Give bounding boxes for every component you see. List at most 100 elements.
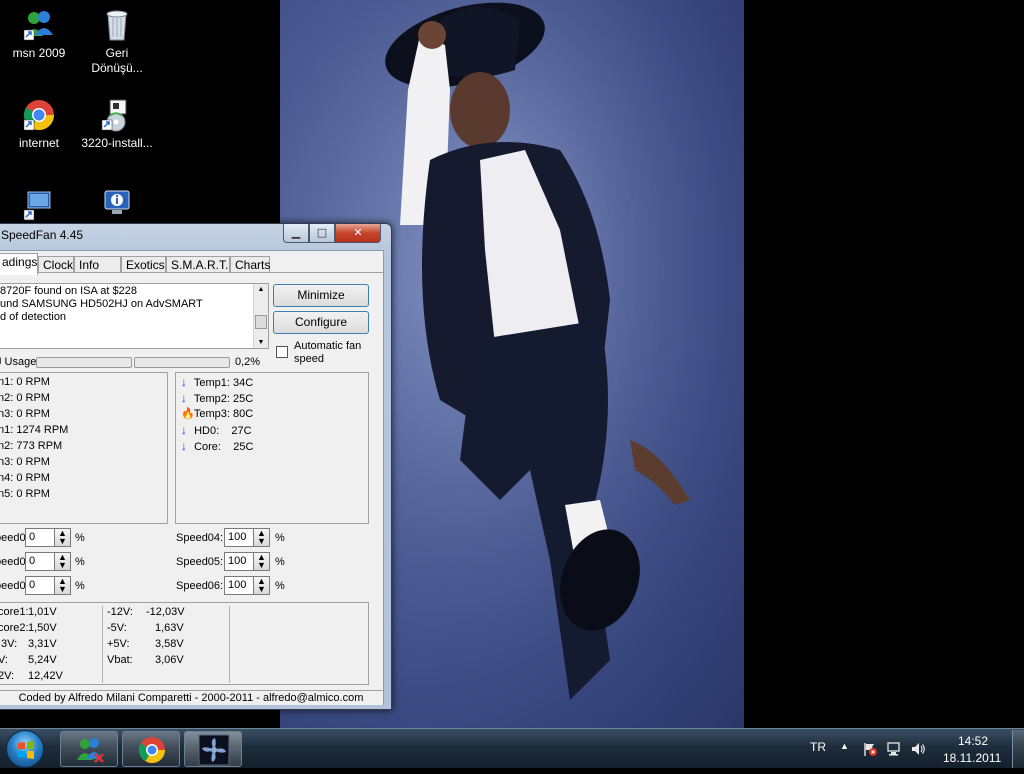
speed02-spinner[interactable]: ▲ ▼	[54, 552, 71, 571]
arrow-down-icon: ↓	[181, 375, 187, 389]
log-line: und SAMSUNG HD502HJ on AdvSMART	[0, 298, 203, 310]
installer-icon	[100, 98, 134, 132]
voltage-label: V:	[0, 654, 8, 666]
voltage-label: +5V:	[107, 638, 130, 650]
taskbar-msn-button[interactable]	[60, 731, 118, 767]
speed05-spinner[interactable]: ▲ ▼	[253, 552, 270, 571]
language-indicator[interactable]: TR	[810, 740, 826, 754]
msn-messenger-icon	[77, 738, 104, 763]
speed04-input[interactable]: 100	[224, 528, 254, 547]
temperature-reading: ↓ Temp2: 25C	[181, 390, 253, 406]
speed06-input[interactable]: 100	[224, 576, 254, 595]
window-minimize-button[interactable]: ▁	[283, 224, 309, 243]
speed01-spinner[interactable]: ▲ ▼	[54, 528, 71, 547]
tab-label: adings	[2, 255, 38, 269]
computer-info-icon	[100, 188, 134, 222]
desktop-icon-installer[interactable]: 3220-install...	[79, 98, 155, 151]
voltage-value: 1,63V	[155, 622, 184, 634]
log-scrollbar[interactable]: ▲ ▼	[253, 284, 268, 348]
auto-fan-speed-checkbox[interactable]	[276, 346, 288, 358]
log-line: 8720F found on ISA at $228	[0, 285, 138, 297]
log-line: d of detection	[0, 311, 67, 323]
window-maximize-button[interactable]: □	[309, 224, 335, 243]
tab-label: Info	[79, 258, 100, 272]
voltage-label: 2V:	[0, 670, 15, 682]
configure-button[interactable]: Configure	[273, 311, 369, 334]
temp-label: HD0:	[194, 425, 220, 437]
auto-fan-speed-label: Automatic fan speed	[294, 340, 362, 365]
cpu-usage-label: J Usage	[0, 356, 37, 368]
speed01-input[interactable]: 0	[25, 528, 55, 547]
network-tray-icon[interactable]	[886, 741, 902, 757]
speed-unit: %	[275, 532, 285, 544]
taskbar-chrome-button[interactable]	[122, 731, 180, 767]
fan-reading: n2: 773 RPM	[0, 440, 63, 452]
desktop: msn 2009 Geri Dönüşü... internet 3220-in…	[0, 0, 1024, 728]
cpu-usage-bar-1	[36, 357, 132, 368]
fan-reading: n3: 0 RPM	[0, 408, 50, 420]
chrome-icon	[138, 737, 166, 764]
fan-reading: n1: 1274 RPM	[0, 424, 69, 436]
temperature-reading: ↓ Temp1: 34C	[181, 374, 253, 390]
start-button[interactable]	[6, 730, 44, 768]
voltage-label: -5V:	[107, 622, 127, 634]
tab-readings[interactable]: adings	[0, 253, 38, 275]
speed-label: Speed06:	[176, 580, 224, 592]
desktop-icon-label: 3220-install...	[81, 136, 153, 150]
voltage-readings-box: core1: 1,01V core2: 1,50V .3V: 3,31V V: …	[0, 602, 369, 685]
temp-label: Temp2:	[193, 393, 230, 405]
temp-label: Core:	[194, 441, 221, 453]
temp-value: 25C	[233, 393, 254, 405]
scroll-down-arrow-icon[interactable]: ▼	[255, 339, 267, 346]
fan-reading: n3: 0 RPM	[0, 456, 50, 468]
speed03-input[interactable]: 0	[25, 576, 55, 595]
temperature-reading: 🔥 Temp3: 80C	[181, 406, 253, 422]
speed04-spinner[interactable]: ▲ ▼	[253, 528, 270, 547]
desktop-icon-msn[interactable]: msn 2009	[1, 8, 77, 61]
voltage-label: core2:	[0, 622, 29, 634]
fan-reading: n5: 0 RPM	[0, 488, 50, 500]
speed03-spinner[interactable]: ▲ ▼	[54, 576, 71, 595]
scroll-up-arrow-icon[interactable]: ▲	[255, 286, 267, 293]
show-desktop-button[interactable]	[1012, 730, 1024, 768]
desktop-icon-recycle-bin[interactable]: Geri Dönüşü...	[79, 8, 155, 76]
temperature-readings-box: ↓ Temp1: 34C ↓ Temp2: 25C 🔥 Temp3: 80C ↓…	[175, 372, 369, 524]
speed02-input[interactable]: 0	[25, 552, 55, 571]
speed-unit: %	[275, 580, 285, 592]
voltage-label: core1:	[0, 606, 29, 618]
tab-bar: adings Clock Info Exotics S.M.A.R.T. Cha…	[0, 253, 383, 275]
desktop-icon-internet[interactable]: internet	[1, 98, 77, 151]
temp-label: Temp1:	[193, 377, 230, 389]
detection-log[interactable]: 8720F found on ISA at $228 und SAMSUNG H…	[0, 283, 269, 349]
scroll-thumb[interactable]	[255, 315, 267, 329]
speed06-spinner[interactable]: ▲ ▼	[253, 576, 270, 595]
speedfan-window[interactable]: SpeedFan 4.45 ▁ □ ✕ adings Clock Info Ex…	[0, 223, 392, 710]
voltage-label: Vbat:	[107, 654, 133, 666]
arrow-down-icon: ↓	[181, 423, 187, 437]
speed-label: Speed04:	[176, 532, 224, 544]
temp-value: 25C	[233, 441, 254, 453]
window-close-button[interactable]: ✕	[335, 224, 381, 243]
speed05-input[interactable]: 100	[224, 552, 254, 571]
fan-readings-box: n1: 0 RPM n2: 0 RPM n3: 0 RPM n1: 1274 R…	[0, 372, 168, 524]
fan-reading: n2: 0 RPM	[0, 392, 50, 404]
temp-value: 27C	[231, 425, 252, 437]
desktop-icon-network[interactable]	[1, 188, 77, 226]
show-hidden-icons-icon[interactable]: ▲	[840, 741, 849, 751]
cpu-usage-bar-2	[134, 357, 230, 368]
minimize-button[interactable]: Minimize	[273, 284, 369, 307]
volume-icon[interactable]	[910, 741, 926, 757]
status-footer: Coded by Alfredo Milani Comparetti - 200…	[0, 690, 383, 705]
clock-date[interactable]: 18.11.2011	[943, 751, 1001, 765]
tab-label: Exotics	[126, 258, 165, 272]
desktop-icon-computer[interactable]	[79, 188, 155, 226]
voltage-value: 12,42V	[28, 670, 63, 682]
msn-messenger-icon	[22, 8, 56, 42]
taskbar-speedfan-button[interactable]	[184, 731, 242, 767]
voltage-label: .3V:	[0, 638, 18, 650]
voltage-value: 1,50V	[28, 622, 57, 634]
readings-panel: 8720F found on ISA at $228 und SAMSUNG H…	[0, 272, 383, 690]
clock-time[interactable]: 14:52	[958, 734, 988, 748]
desktop-icon-label: msn 2009	[12, 46, 66, 60]
action-center-flag-icon[interactable]	[862, 741, 878, 757]
